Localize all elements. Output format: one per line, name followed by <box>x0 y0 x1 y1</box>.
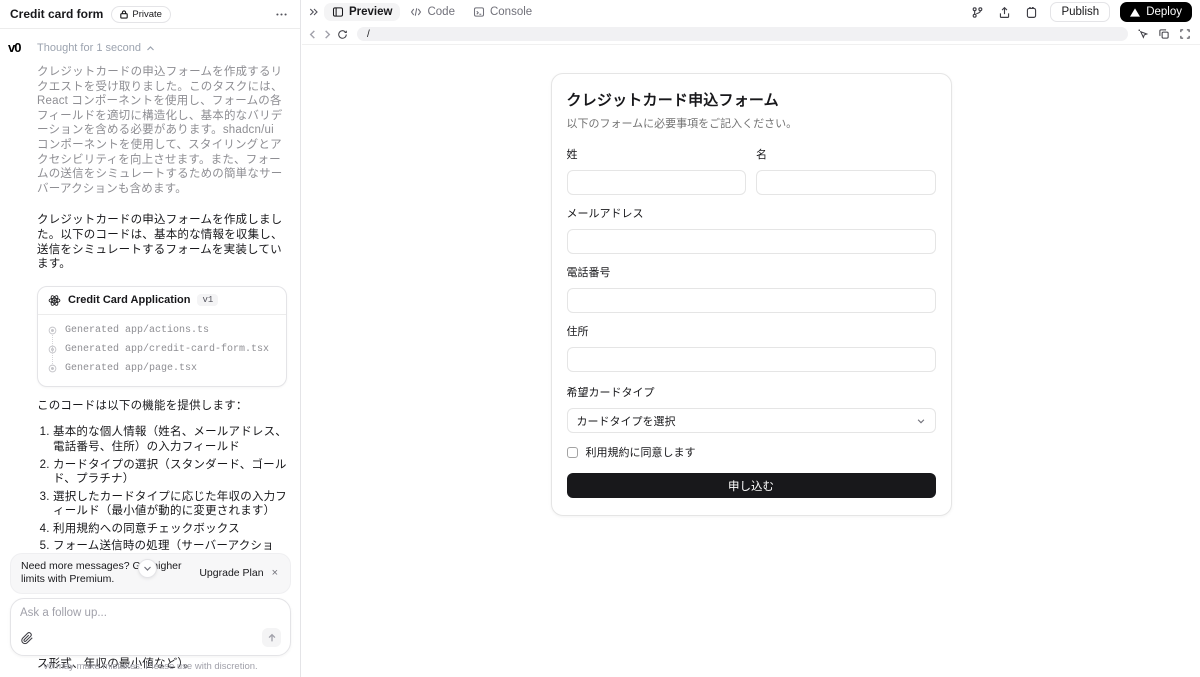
generated-file-list: Generated app/actions.ts Generated app/c… <box>38 315 286 386</box>
select-element-button[interactable] <box>1136 27 1150 41</box>
email-input[interactable] <box>566 229 936 254</box>
preview-panel: Preview Code Console Publish Deploy / クレ… <box>302 0 1200 677</box>
paperclip-icon <box>20 631 34 645</box>
nav-forward-button[interactable] <box>321 28 334 41</box>
version-badge: v1 <box>197 294 219 307</box>
copy-icon <box>1158 28 1170 40</box>
lock-icon <box>120 9 129 19</box>
upgrade-plan-link[interactable]: Upgrade Plan <box>199 567 263 579</box>
generated-file-row[interactable]: Generated app/page.tsx <box>48 359 276 378</box>
features-intro: このコードは以下の機能を提供します： <box>37 399 248 412</box>
disclaimer-text: v0 may make mistakes. Please use with di… <box>43 661 258 672</box>
nav-back-button[interactable] <box>306 28 319 41</box>
generated-file-row[interactable]: Generated app/actions.ts <box>48 321 276 340</box>
open-new-window-button[interactable] <box>1157 27 1171 41</box>
address-label: 住所 <box>566 326 589 338</box>
credit-card-form-card: クレジットカード申込フォーム 以下のフォームに必要事項をご記入ください。 姓 名 <box>550 73 952 516</box>
form-title: クレジットカード申込フォーム <box>566 92 779 109</box>
chevron-up-icon <box>146 44 155 53</box>
chat-panel: Credit card form Private v0 Thought for … <box>0 0 301 677</box>
terms-checkbox-label: 利用規約に同意します <box>585 447 696 459</box>
private-badge: Private <box>111 5 171 23</box>
assistant-intro-text: クレジットカードの申込フォームを作成しました。以下のコードは、基本的な情報を収集… <box>37 214 283 271</box>
refresh-button[interactable] <box>336 28 349 41</box>
form-subtitle: 以下のフォームに必要事項をご記入ください。 <box>566 118 798 130</box>
message-composer[interactable] <box>10 598 291 656</box>
code-block-card[interactable]: Credit Card Application v1 Generated app… <box>37 285 287 387</box>
pointer-sparkle-icon <box>1137 28 1149 40</box>
feature-item: カードタイプの選択（スタンダード、ゴールド、プラチナ） <box>53 458 287 487</box>
share-button[interactable] <box>996 4 1013 21</box>
preview-nav-bar: / <box>302 24 1200 45</box>
url-path: / <box>367 28 370 40</box>
clipboard-button[interactable] <box>1023 4 1040 21</box>
followup-input[interactable] <box>20 607 281 619</box>
arrow-up-icon <box>267 633 277 643</box>
tab-code[interactable]: Code <box>402 3 463 21</box>
project-header: Credit card form Private <box>0 0 300 29</box>
feature-item: 利用規約への同意チェックボックス <box>53 522 287 537</box>
project-title: Credit card form <box>10 7 104 21</box>
circle-dot-icon <box>48 326 57 335</box>
code-icon <box>410 6 422 18</box>
v0-avatar: v0 <box>8 40 21 55</box>
browser-window-icon <box>332 6 344 18</box>
project-menu-button[interactable] <box>273 6 290 23</box>
vercel-triangle-icon <box>1130 7 1141 17</box>
collapse-sidebar-button[interactable] <box>306 4 322 20</box>
banner-close-button[interactable]: × <box>270 567 280 579</box>
chevron-down-icon <box>916 416 926 426</box>
fullscreen-button[interactable] <box>1178 27 1192 41</box>
submit-button[interactable]: 申し込む <box>566 473 936 498</box>
publish-button[interactable]: Publish <box>1050 2 1111 22</box>
preview-toolbar: Preview Code Console Publish Deploy <box>302 0 1200 24</box>
address-input[interactable] <box>566 347 936 372</box>
v0-app-window: Credit card form Private v0 Thought for … <box>0 0 1200 677</box>
url-bar[interactable]: / <box>357 27 1128 41</box>
first-name-input[interactable] <box>756 170 936 195</box>
card-type-select[interactable]: カードタイプを選択 <box>566 408 936 433</box>
generated-file-row[interactable]: Generated app/credit-card-form.tsx <box>48 340 276 359</box>
scroll-to-bottom-button[interactable] <box>138 559 157 578</box>
phone-input[interactable] <box>566 288 936 313</box>
send-button[interactable] <box>262 628 281 647</box>
card-type-label: 希望カードタイプ <box>566 387 655 399</box>
tab-preview[interactable]: Preview <box>324 3 401 21</box>
rendered-preview: クレジットカード申込フォーム 以下のフォームに必要事項をご記入ください。 姓 名 <box>302 45 1200 676</box>
share-icon <box>998 6 1011 19</box>
upgrade-banner-text: Need more messages? Get higher limits wi… <box>21 560 182 585</box>
console-icon <box>473 6 485 18</box>
last-name-label: 姓 <box>566 149 578 161</box>
thought-toggle[interactable]: Thought for 1 second <box>37 42 155 54</box>
clipboard-icon <box>1025 6 1038 19</box>
last-name-input[interactable] <box>566 170 746 195</box>
thought-text: クレジットカードの申込フォームを作成するリクエストを受け取りました。このタスクに… <box>37 66 283 195</box>
feature-item: 選択したカードタイプに応じた年収の入力フィールド（最小値が動的に変更されます） <box>53 490 287 519</box>
deploy-button[interactable]: Deploy <box>1120 2 1192 22</box>
atom-icon <box>48 294 61 307</box>
email-label: メールアドレス <box>566 208 644 220</box>
version-history-button[interactable] <box>969 4 986 21</box>
code-card-header[interactable]: Credit Card Application v1 <box>38 287 286 315</box>
chevrons-right-icon <box>308 6 320 18</box>
terms-checkbox[interactable] <box>566 446 578 458</box>
code-card-title: Credit Card Application <box>68 294 191 307</box>
attach-button[interactable] <box>20 631 34 645</box>
feature-item: 基本的な個人情報（姓名、メールアドレス、電話番号、住所）の入力フィールド <box>53 425 287 454</box>
phone-label: 電話番号 <box>566 267 611 279</box>
card-type-select-value: カードタイプを選択 <box>576 415 676 428</box>
tab-console[interactable]: Console <box>465 3 540 21</box>
first-name-label: 名 <box>756 149 767 161</box>
git-branch-icon <box>971 6 984 19</box>
maximize-icon <box>1179 28 1191 40</box>
step-connector-line <box>52 334 53 366</box>
